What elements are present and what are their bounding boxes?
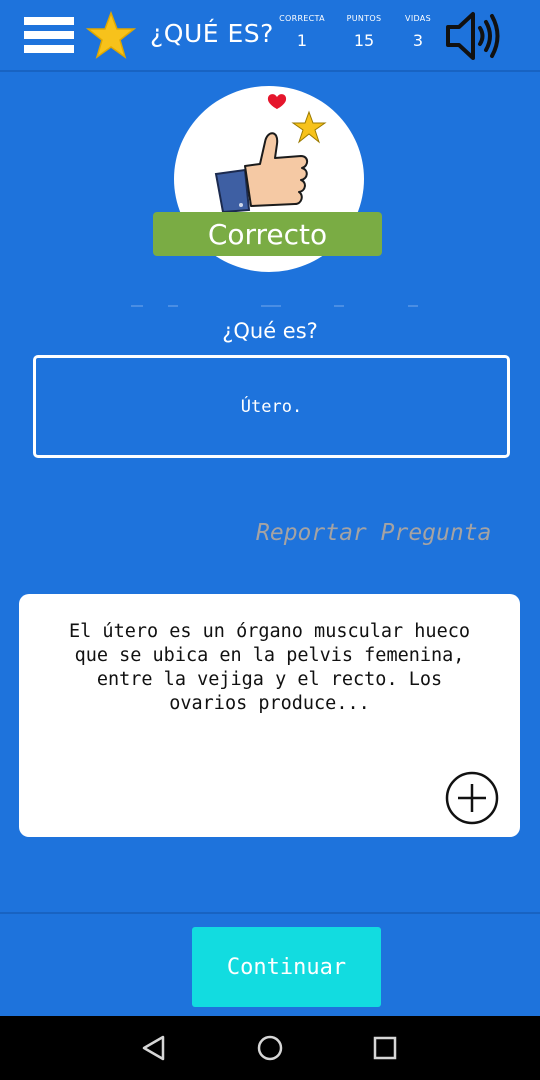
bottom-area: Continuar [0,912,540,1018]
divider [334,305,344,307]
hamburger-menu-icon[interactable] [24,17,74,55]
report-question-link[interactable]: Reportar Pregunta [256,520,491,546]
correct-banner: Correcto [153,212,382,256]
stat-lives-label: VIDAS [405,14,431,23]
stat-points-label: PUNTOS [346,14,382,23]
stat-lives: VIDAS 3 [388,14,448,50]
star-icon [86,11,136,59]
answer-box: Útero. [33,355,510,458]
plus-circle-icon[interactable] [445,771,499,825]
stat-points-value: 15 [353,31,375,50]
continue-button[interactable]: Continuar [192,927,381,1007]
answer-text: Útero. [240,396,303,417]
stat-correct-value: 1 [296,31,308,50]
info-text: El útero es un órgano muscular hueco que… [69,621,470,714]
system-nav-bar [0,1016,540,1080]
divider [408,305,418,307]
stat-lives-value: 3 [412,31,424,50]
top-bar: ¿QUÉ ES? CORRECTA 1 PUNTOS 15 VIDAS 3 [0,0,540,72]
question-label: ¿Qué es? [222,319,318,343]
home-circle-icon[interactable] [256,1034,284,1062]
speaker-icon[interactable] [444,8,502,64]
stat-correct-label: CORRECTA [279,14,325,23]
divider [261,305,281,307]
info-card: El útero es un órgano muscular hueco que… [19,594,520,837]
recents-square-icon[interactable] [372,1034,398,1062]
back-triangle-icon[interactable] [141,1034,167,1062]
thumbs-up-icon [214,94,327,212]
stat-correct: CORRECTA 1 [272,14,332,50]
divider [168,305,178,307]
divider [131,305,143,307]
stat-points: PUNTOS 15 [334,14,394,50]
heart-icon [267,94,287,109]
small-star-icon [291,110,327,144]
app-title: ¿QUÉ ES? [150,19,274,48]
